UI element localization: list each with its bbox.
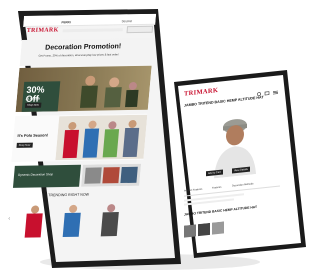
tablet-device: PERRI Stockist TRIMARK Decoration Promot…	[0, 0, 312, 274]
phone-screen: TRIMARK JAMBO TRITEND BASIC HEMP ALTITUD…	[180, 75, 286, 252]
phone-header-icons[interactable]	[256, 81, 280, 97]
tab-decoration-methods[interactable]: Decoration Methods	[232, 182, 253, 187]
bottom-product-title: JAMBO TRITEND BASIC HEMP ALTITUDE HAT	[184, 204, 257, 217]
tab-features[interactable]: Features	[212, 186, 221, 190]
phone-logo[interactable]: TRIMARK	[184, 87, 218, 98]
swatch-row[interactable]	[184, 215, 280, 239]
tab-product-features[interactable]: Product Features	[184, 188, 202, 193]
